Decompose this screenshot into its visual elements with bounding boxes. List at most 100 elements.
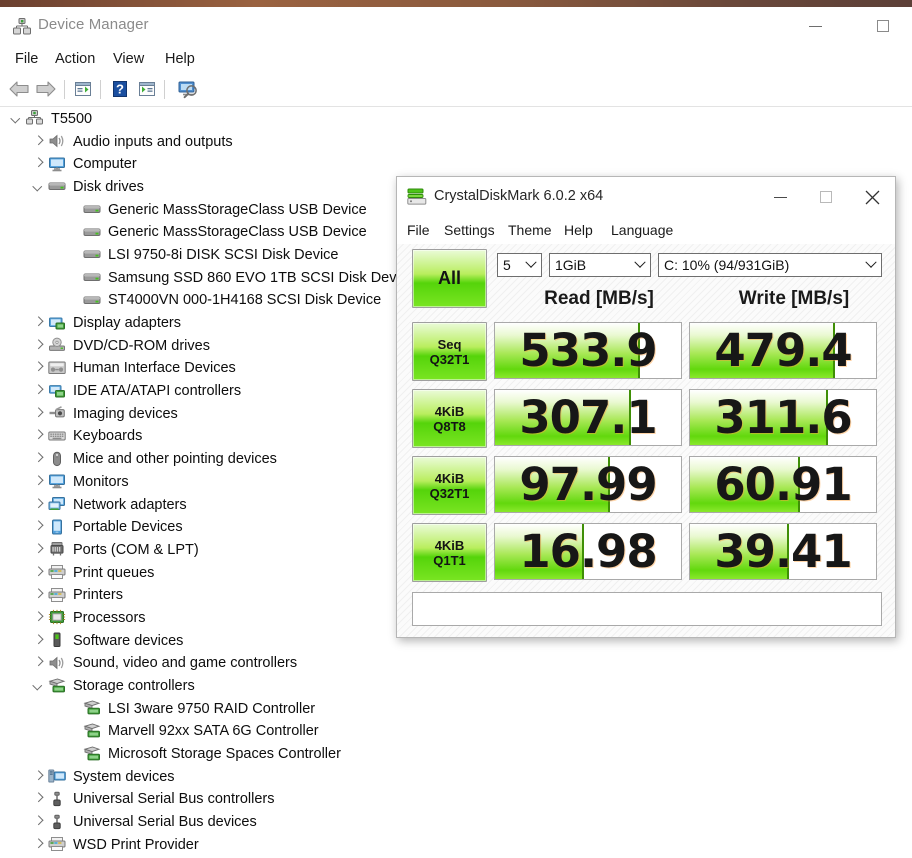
chevron-right-icon[interactable] — [33, 453, 44, 464]
expander-placeholder — [68, 748, 79, 759]
chevron-right-icon[interactable] — [33, 499, 44, 510]
tree-item[interactable]: System devices — [0, 765, 912, 788]
test-mode-button[interactable]: 4KiB Q32T1 — [412, 456, 487, 515]
chevron-right-icon[interactable] — [33, 793, 44, 804]
properties-icon[interactable] — [73, 79, 93, 104]
tree-item[interactable]: Marvell 92xx SATA 6G Controller — [0, 720, 912, 743]
tree-item-label: Portable Devices — [73, 519, 183, 536]
chevron-right-icon[interactable] — [33, 635, 44, 646]
chevron-right-icon[interactable] — [33, 567, 44, 578]
tree-item[interactable]: Universal Serial Bus controllers — [0, 788, 912, 811]
svg-text:?: ? — [116, 82, 124, 97]
monitor-icon — [48, 473, 66, 489]
menu-action[interactable]: Action — [48, 49, 102, 69]
tree-item[interactable]: T5500 — [0, 107, 912, 130]
read-score-cell: 97.99 — [494, 456, 682, 513]
menu-settings[interactable]: Settings — [444, 221, 495, 240]
menu-file[interactable]: File — [407, 221, 430, 240]
chevron-right-icon[interactable] — [33, 839, 44, 850]
expander-placeholder — [68, 294, 79, 305]
run-count-select[interactable]: 5 — [497, 253, 542, 277]
tree-item-label: Disk drives — [73, 178, 144, 195]
tree-item[interactable]: Universal Serial Bus devices — [0, 810, 912, 833]
menu-help[interactable]: Help — [158, 49, 202, 69]
test-mode-button[interactable]: 4KiB Q8T8 — [412, 389, 487, 448]
menu-language[interactable]: Language — [611, 221, 673, 240]
read-score-cell: 16.98 — [494, 523, 682, 580]
expander-placeholder — [68, 272, 79, 283]
menu-view[interactable]: View — [106, 49, 151, 69]
write-score-cell: 311.6 — [689, 389, 877, 446]
crystaldiskmark-icon — [407, 188, 427, 205]
tree-item[interactable]: WSD Print Provider — [0, 833, 912, 856]
close-icon — [865, 190, 879, 204]
tree-item[interactable]: Computer — [0, 152, 912, 175]
score-value: 307.1 — [519, 391, 657, 444]
tree-item-label: Processors — [73, 609, 146, 626]
chevron-right-icon[interactable] — [33, 589, 44, 600]
tree-item-label: ST4000VN 000-1H4168 SCSI Disk Device — [108, 292, 382, 309]
chevron-right-icon[interactable] — [33, 612, 44, 623]
chevron-right-icon[interactable] — [33, 408, 44, 419]
maximize-button[interactable] — [803, 177, 849, 217]
write-column-header: Write [MB/s] — [738, 288, 850, 309]
close-button[interactable] — [849, 177, 895, 217]
chevron-right-icon[interactable] — [33, 771, 44, 782]
chevron-right-icon[interactable] — [33, 476, 44, 487]
printer-icon — [48, 836, 66, 852]
tree-item[interactable]: Storage controllers — [0, 674, 912, 697]
comment-input[interactable] — [412, 592, 882, 626]
test-mode-label-top: 4KiB — [434, 470, 465, 486]
run-all-button[interactable]: All — [412, 249, 487, 308]
chevron-right-icon[interactable] — [33, 657, 44, 668]
chevron-right-icon[interactable] — [33, 544, 44, 555]
target-drive-select[interactable]: C: 10% (94/931GiB) — [658, 253, 882, 277]
read-score-cell: 533.9 — [494, 322, 682, 379]
menu-help[interactable]: Help — [564, 221, 593, 240]
expander-placeholder — [68, 226, 79, 237]
test-size-select[interactable]: 1GiB — [549, 253, 651, 277]
back-arrow-icon[interactable] — [8, 79, 32, 104]
run-count-value: 5 — [503, 257, 511, 273]
chevron-right-icon[interactable] — [33, 362, 44, 373]
chevron-down-icon[interactable] — [33, 181, 44, 192]
forward-arrow-icon[interactable] — [33, 79, 57, 104]
tree-item-label: Keyboards — [73, 428, 143, 445]
network-adapter-icon — [48, 496, 66, 512]
menu-theme[interactable]: Theme — [508, 221, 552, 240]
crystaldiskmark-window: CrystalDiskMark 6.0.2 x64 File Settings … — [396, 176, 896, 638]
tree-item[interactable]: Sound, video and game controllers — [0, 652, 912, 675]
test-mode-button[interactable]: 4KiB Q1T1 — [412, 523, 487, 582]
tree-item-label: Display adapters — [73, 315, 181, 332]
tree-item-label: Samsung SSD 860 EVO 1TB SCSI Disk Device — [108, 269, 416, 286]
chevron-right-icon[interactable] — [33, 521, 44, 532]
chevron-down-icon[interactable] — [11, 113, 22, 124]
chevron-right-icon[interactable] — [33, 340, 44, 351]
tree-item[interactable]: Microsoft Storage Spaces Controller — [0, 742, 912, 765]
test-mode-button[interactable]: Seq Q32T1 — [412, 322, 487, 381]
maximize-button[interactable] — [860, 7, 906, 45]
chevron-right-icon[interactable] — [33, 317, 44, 328]
chevron-right-icon[interactable] — [33, 430, 44, 441]
benchmark-row: Seq Q32T1 533.9 479.4 — [397, 317, 897, 384]
software-device-icon — [48, 632, 66, 648]
chevron-down-icon[interactable] — [33, 680, 44, 691]
minimize-button[interactable] — [792, 7, 838, 45]
chevron-right-icon[interactable] — [33, 385, 44, 396]
tree-item[interactable]: Audio inputs and outputs — [0, 130, 912, 153]
chevron-right-icon[interactable] — [33, 158, 44, 169]
help-icon[interactable]: ? — [110, 79, 130, 104]
chevron-right-icon[interactable] — [33, 816, 44, 827]
tree-item[interactable]: LSI 3ware 9750 RAID Controller — [0, 697, 912, 720]
tree-item-label: System devices — [73, 768, 175, 785]
chevron-right-icon[interactable] — [33, 136, 44, 147]
test-mode-label-top: 4KiB — [434, 537, 465, 553]
minimize-icon — [808, 25, 822, 27]
show-hidden-devices-icon[interactable] — [137, 79, 157, 104]
tree-item-label: LSI 9750-8i DISK SCSI Disk Device — [108, 246, 339, 263]
menu-file[interactable]: File — [8, 49, 45, 69]
maximize-icon — [820, 191, 832, 203]
scan-for-hardware-changes-icon[interactable] — [176, 79, 200, 104]
tree-item-label: Universal Serial Bus controllers — [73, 791, 275, 808]
minimize-button[interactable] — [757, 177, 803, 217]
